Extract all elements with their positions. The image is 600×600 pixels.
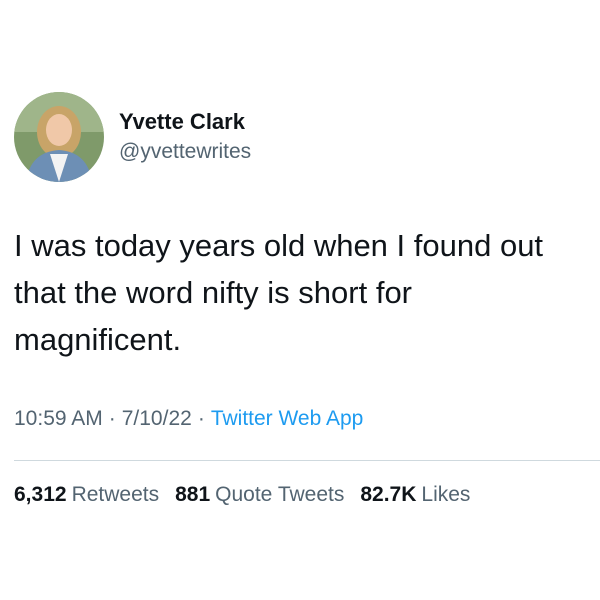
likes-stat[interactable]: 82.7K Likes <box>360 481 470 509</box>
avatar[interactable] <box>14 92 104 182</box>
profile-photo-icon <box>14 92 104 182</box>
retweets-label: Retweets <box>71 483 160 506</box>
tweet-text: I was today years old when I found out t… <box>14 228 544 357</box>
meta-separator: · <box>108 407 116 430</box>
author-display-name[interactable]: Yvette Clark <box>119 108 251 136</box>
tweet-source-link[interactable]: Twitter Web App <box>211 407 364 430</box>
tweet-stats: 6,312 Retweets 881 Quote Tweets 82.7K Likes <box>14 481 470 509</box>
retweets-stat[interactable]: 6,312 Retweets <box>14 481 159 509</box>
quote-tweets-stat[interactable]: 881 Quote Tweets <box>175 481 344 509</box>
quote-tweets-label: Quote Tweets <box>215 483 345 506</box>
meta-separator: · <box>197 407 205 430</box>
retweets-count: 6,312 <box>14 483 67 506</box>
author-handle[interactable]: @yvettewrites <box>119 138 251 166</box>
tweet-header: Yvette Clark @yvettewrites <box>14 92 251 182</box>
tweet-meta: 10:59 AM · 7/10/22 · Twitter Web App <box>14 405 363 433</box>
divider <box>14 460 600 461</box>
tweet-date[interactable]: 7/10/22 <box>122 407 192 430</box>
tweet-time[interactable]: 10:59 AM <box>14 407 103 430</box>
tweet-card: Yvette Clark @yvettewrites I was today y… <box>0 0 600 600</box>
author-names: Yvette Clark @yvettewrites <box>119 108 251 166</box>
likes-count: 82.7K <box>360 483 417 506</box>
quote-tweets-count: 881 <box>175 483 211 506</box>
likes-label: Likes <box>421 483 471 506</box>
